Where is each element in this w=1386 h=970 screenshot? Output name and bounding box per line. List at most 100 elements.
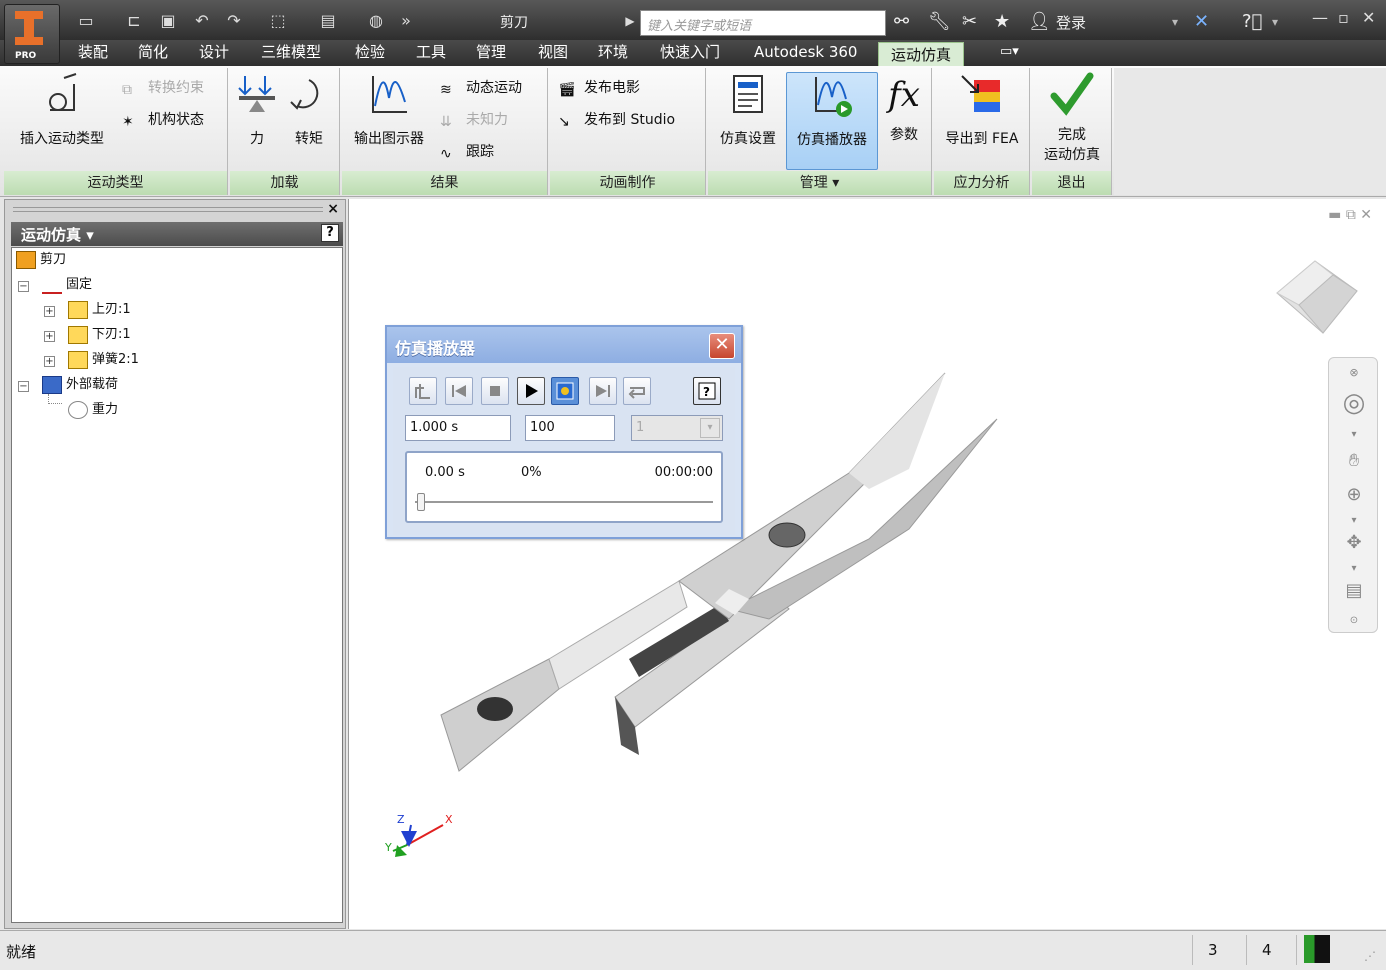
- steering-wheel-icon[interactable]: ◎: [1341, 390, 1367, 416]
- tab-tools[interactable]: 工具: [416, 40, 446, 66]
- output-grapher-button[interactable]: 输出图示器: [346, 72, 432, 148]
- tab-inspect[interactable]: 检验: [355, 40, 385, 66]
- application-menu-button[interactable]: PRO: [4, 4, 60, 64]
- tree-node-gravity[interactable]: 重力: [68, 400, 118, 420]
- star-icon[interactable]: ★: [994, 10, 1010, 34]
- force-button[interactable]: 力: [234, 72, 280, 148]
- mechanism-status-button[interactable]: ✶ 机构状态: [122, 108, 204, 132]
- end-time-input[interactable]: 1.000 s: [405, 415, 511, 441]
- new-file-icon[interactable]: ▭: [74, 10, 98, 32]
- loop-button[interactable]: [623, 377, 651, 405]
- tree-node-lower-blade[interactable]: 下刃:1: [68, 325, 131, 345]
- close-window-icon[interactable]: ✕: [1362, 8, 1375, 27]
- pan-hand-icon[interactable]: ✋︎: [1341, 448, 1367, 474]
- unknown-force-button[interactable]: ⇊ 未知力: [440, 108, 508, 132]
- select-icon[interactable]: ⬚: [266, 10, 290, 32]
- chevron-down-icon[interactable]: ▾: [1172, 10, 1178, 34]
- construction-mode-button[interactable]: [409, 377, 437, 405]
- resize-grip-icon[interactable]: ⋰: [1364, 949, 1376, 963]
- parameters-button[interactable]: fx 参数: [882, 72, 926, 144]
- tab-3d-model[interactable]: 三维模型: [261, 40, 321, 66]
- minimize-icon[interactable]: —: [1312, 8, 1328, 27]
- chevron-down-icon[interactable]: ▾: [1341, 422, 1367, 448]
- tab-view[interactable]: 视图: [538, 40, 568, 66]
- simulation-player-button[interactable]: 仿真播放器: [786, 72, 878, 170]
- tree-node-grounded[interactable]: 固定: [42, 275, 92, 295]
- help-dropdown-icon[interactable]: ▾: [1272, 10, 1278, 34]
- viewcube-icon[interactable]: [1271, 255, 1363, 339]
- export-fea-button[interactable]: 导出到 FEA: [938, 72, 1026, 148]
- tree-node-assembly[interactable]: 剪刀: [16, 250, 66, 270]
- tree-node-upper-blade[interactable]: 上刃:1: [68, 300, 131, 320]
- time-slider-thumb[interactable]: [417, 493, 425, 511]
- look-at-icon[interactable]: ▤: [1341, 578, 1367, 604]
- tab-design[interactable]: 设计: [199, 40, 229, 66]
- tab-get-started[interactable]: 快速入门: [660, 40, 720, 66]
- restore-icon[interactable]: ▫: [1338, 8, 1349, 27]
- trace-button[interactable]: ∿ 跟踪: [440, 140, 494, 164]
- image-count-input[interactable]: 100: [525, 415, 615, 441]
- tree-node-spring[interactable]: 弹簧2:1: [68, 350, 139, 370]
- tab-dynamic-simulation[interactable]: 运动仿真: [878, 42, 965, 68]
- arrow-right-icon[interactable]: ▶: [618, 10, 642, 32]
- rewind-button[interactable]: [445, 377, 473, 405]
- tree-collapse-icon[interactable]: −: [18, 381, 29, 392]
- convert-constraints-button[interactable]: ⧉ 转换约束: [122, 76, 204, 100]
- panel-title-manage[interactable]: 管理 ▾: [708, 171, 931, 195]
- tree-node-external-loads[interactable]: 外部载荷: [42, 375, 118, 395]
- tab-autodesk-360[interactable]: Autodesk 360: [754, 40, 857, 66]
- simulation-settings-button[interactable]: 仿真设置: [712, 72, 784, 148]
- restore-icon[interactable]: ⧉: [1346, 207, 1356, 223]
- stop-button[interactable]: [481, 377, 509, 405]
- help-icon[interactable]: ?⃝: [1242, 10, 1262, 34]
- dialog-title-bar[interactable]: 仿真播放器: [387, 327, 741, 363]
- insert-motion-type-button[interactable]: 插入运动类型: [8, 72, 116, 148]
- appearance-icon[interactable]: ◍: [364, 10, 388, 32]
- publish-studio-button[interactable]: ↘ 发布到 Studio: [558, 108, 675, 132]
- dynamic-motion-button[interactable]: ≋ 动态运动: [440, 76, 522, 100]
- close-navbar-icon[interactable]: ⊗: [1341, 360, 1367, 386]
- exchange-icon[interactable]: ✕: [1194, 10, 1209, 34]
- wrench-icon[interactable]: 🔧︎: [928, 10, 951, 34]
- binoculars-icon[interactable]: ⚯: [894, 10, 909, 34]
- undo-icon[interactable]: ↶: [190, 10, 214, 32]
- close-panel-icon[interactable]: ×: [327, 201, 339, 217]
- tree-expand-icon[interactable]: +: [44, 356, 55, 367]
- time-slider-track[interactable]: [415, 501, 713, 503]
- torque-button[interactable]: 转矩: [286, 72, 332, 148]
- minimize-icon[interactable]: ▬: [1328, 207, 1341, 223]
- tree-expand-icon[interactable]: +: [44, 331, 55, 342]
- publish-movie-button[interactable]: 🎬︎ 发布电影: [558, 76, 640, 100]
- dialog-close-button[interactable]: ✕: [709, 333, 735, 359]
- panel-toggle-icon[interactable]: ▭▾: [1000, 40, 1019, 66]
- close-window-icon[interactable]: ✕: [1360, 207, 1372, 223]
- satellite-icon[interactable]: ✂: [962, 10, 977, 34]
- record-animation-button[interactable]: [551, 377, 579, 405]
- zoom-icon[interactable]: ⊕: [1341, 482, 1367, 508]
- tree-expand-icon[interactable]: +: [44, 306, 55, 317]
- save-icon[interactable]: ▣: [156, 10, 180, 32]
- login-link[interactable]: 登录: [1056, 12, 1086, 33]
- tree-collapse-icon[interactable]: −: [18, 281, 29, 292]
- go-to-end-button[interactable]: [589, 377, 617, 405]
- filter-select[interactable]: 1 ▾: [631, 415, 723, 441]
- help-button[interactable]: ?: [693, 377, 721, 405]
- tab-environments[interactable]: 环境: [598, 40, 628, 66]
- browser-grip[interactable]: ×: [5, 200, 345, 220]
- user-icon[interactable]: 👤︎: [1028, 10, 1051, 34]
- help-icon[interactable]: ?: [321, 224, 339, 242]
- orbit-icon[interactable]: ✥: [1341, 530, 1367, 556]
- search-input[interactable]: 键入关键字或短语: [640, 10, 886, 36]
- tab-simplify[interactable]: 简化: [138, 40, 168, 66]
- tab-assemble[interactable]: 装配: [78, 40, 108, 66]
- finish-dynamic-simulation-button[interactable]: 完成 运动仿真: [1034, 72, 1110, 164]
- graphics-viewport[interactable]: ▬ ⧉ ✕ X Z Y: [348, 199, 1386, 929]
- redo-icon[interactable]: ↷: [222, 10, 246, 32]
- material-icon[interactable]: ▤: [316, 10, 340, 32]
- more-icon[interactable]: »: [394, 10, 418, 32]
- open-folder-icon[interactable]: ⊏: [122, 10, 146, 32]
- navbar-options-icon[interactable]: ⊙: [1341, 608, 1367, 634]
- play-button[interactable]: [517, 377, 545, 405]
- tab-manage[interactable]: 管理: [476, 40, 506, 66]
- browser-header[interactable]: 运动仿真 ▾ ?: [11, 222, 343, 246]
